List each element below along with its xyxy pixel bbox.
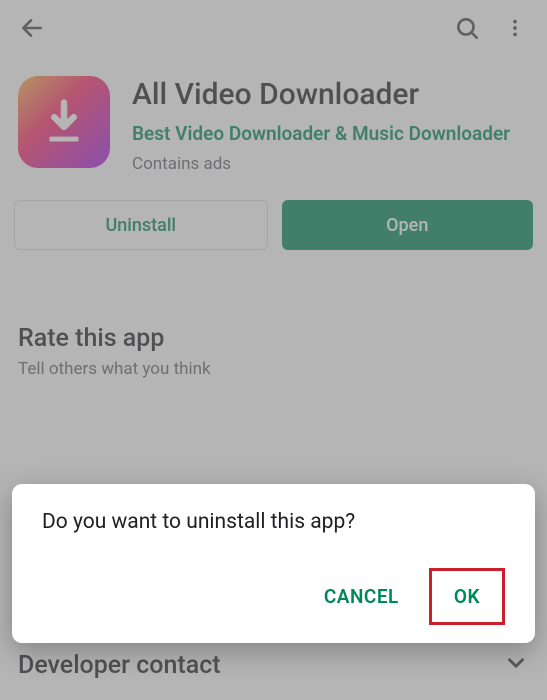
developer-link[interactable]: Best Video Downloader & Music Downloader [132,121,529,147]
search-icon[interactable] [447,8,487,48]
rate-title: Rate this app [18,324,529,353]
more-icon[interactable] [495,8,535,48]
uninstall-dialog: Do you want to uninstall this app? CANCE… [12,484,535,643]
ok-button[interactable]: OK [429,568,505,625]
topbar [0,0,547,56]
developer-contact-row[interactable]: Developer contact [0,634,547,700]
dialog-buttons: CANCEL OK [42,568,505,625]
back-icon[interactable] [12,8,52,48]
rate-subtitle: Tell others what you think [18,359,529,379]
developer-contact-title: Developer contact [18,651,221,680]
app-meta: All Video Downloader Best Video Download… [132,76,529,174]
cancel-button[interactable]: CANCEL [310,575,413,618]
rate-section: Rate this app Tell others what you think [0,268,547,389]
app-icon [18,76,110,168]
uninstall-button[interactable]: Uninstall [14,200,268,250]
ads-notice: Contains ads [132,154,529,174]
dialog-message: Do you want to uninstall this app? [42,510,505,534]
action-buttons: Uninstall Open [0,184,547,268]
download-icon [38,96,90,148]
app-header: All Video Downloader Best Video Download… [0,56,547,184]
open-button[interactable]: Open [282,200,534,250]
chevron-down-icon [503,650,529,680]
app-title: All Video Downloader [132,78,529,113]
